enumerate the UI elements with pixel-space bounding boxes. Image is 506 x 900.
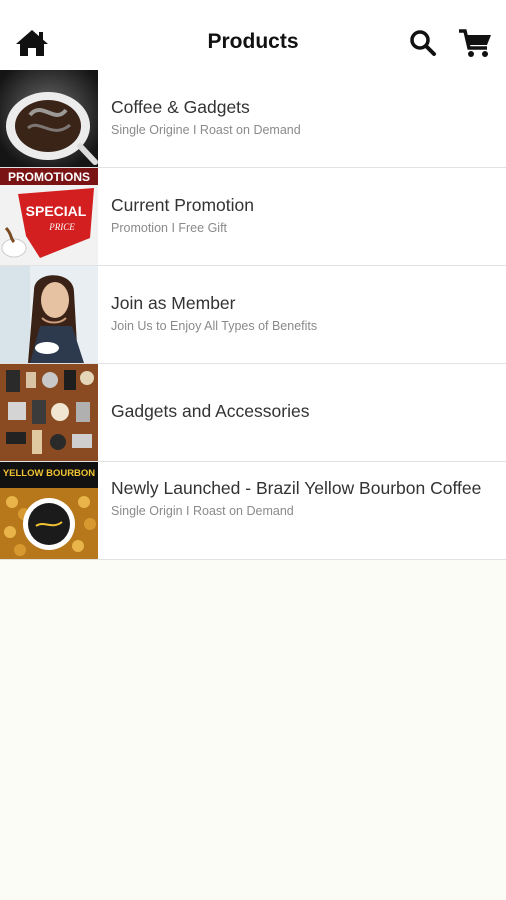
item-subtitle: Promotion I Free Gift	[111, 221, 228, 235]
promotions-banner-text: PROMOTIONS	[8, 170, 90, 184]
item-subtitle: Single Origin I Roast on Demand	[111, 504, 294, 518]
list-item-current-promotion[interactable]: PROMOTIONS SPECIAL PRICE Current Promoti…	[0, 168, 506, 266]
list-item-join-member[interactable]: Join as Member Join Us to Enjoy All Type…	[0, 266, 506, 364]
item-title: Current Promotion	[111, 195, 254, 215]
special-text: SPECIAL	[26, 203, 87, 219]
woman-with-coffee-image	[0, 266, 98, 363]
item-title: Coffee & Gadgets	[111, 97, 250, 117]
item-title: Gadgets and Accessories	[111, 401, 310, 421]
list-item-yellow-bourbon[interactable]: YELLOW BOURBON Newly Launched - Brazil Y…	[0, 462, 506, 560]
price-text: PRICE	[48, 222, 75, 232]
search-button[interactable]	[408, 28, 438, 58]
item-title: Newly Launched - Brazil Yellow Bourbon C…	[111, 478, 482, 498]
product-list: Coffee & Gadgets Single Origine I Roast …	[0, 70, 506, 560]
cart-icon	[459, 29, 491, 57]
cart-button[interactable]	[458, 28, 494, 60]
item-title: Join as Member	[111, 293, 236, 313]
top-bar: Products	[0, 0, 506, 70]
search-icon	[410, 30, 436, 56]
yellow-bourbon-image: YELLOW BOURBON	[0, 462, 98, 559]
coffee-gadgets-image	[0, 364, 98, 461]
item-subtitle: Single Origine I Roast on Demand	[111, 123, 301, 137]
item-subtitle: Join Us to Enjoy All Types of Benefits	[111, 319, 318, 333]
yellow-bourbon-label: YELLOW BOURBON	[3, 468, 95, 479]
coffee-cup-image	[0, 70, 98, 167]
list-item-gadgets-accessories[interactable]: Gadgets and Accessories	[0, 364, 506, 462]
promotions-image: PROMOTIONS SPECIAL PRICE	[0, 168, 98, 265]
list-item-coffee-gadgets[interactable]: Coffee & Gadgets Single Origine I Roast …	[0, 70, 506, 168]
